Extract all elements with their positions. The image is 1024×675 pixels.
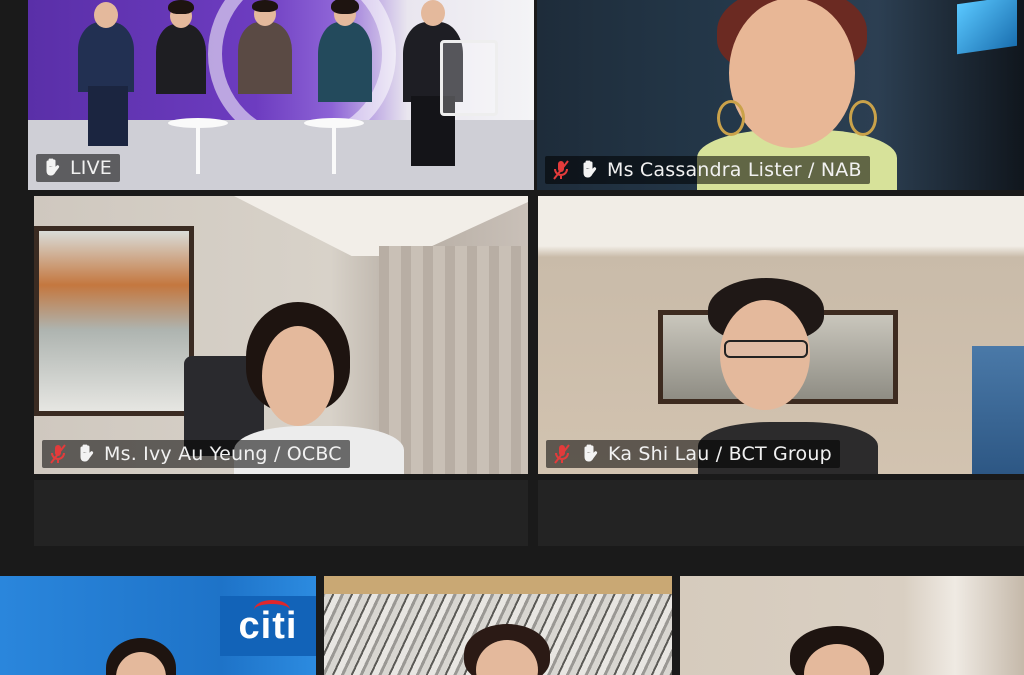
citi-arc <box>254 600 290 620</box>
monitor-screen <box>957 0 1017 55</box>
live-label-bar: LIVE <box>36 154 120 182</box>
hand-icon <box>42 157 62 179</box>
stage-chair <box>440 40 498 116</box>
glasses <box>724 340 808 358</box>
video-tile-wall[interactable] <box>680 576 1024 675</box>
earring-left <box>717 100 745 136</box>
ivy-name-bar: Ms. Ivy Au Yeung / OCBC <box>42 440 350 468</box>
mic-muted-icon <box>551 159 571 181</box>
hand-icon <box>76 443 96 465</box>
cassandra-name-bar: Ms Cassandra Lister / NAB <box>545 156 870 184</box>
video-tile-landscape[interactable] <box>324 576 672 675</box>
mic-muted-icon <box>552 443 572 465</box>
stage-table-left-leg <box>196 124 200 174</box>
empty-tile-area-right <box>538 480 1024 546</box>
participant-name: Ms Cassandra Lister / NAB <box>607 159 862 181</box>
mic-muted-icon <box>48 443 68 465</box>
earring-right <box>849 100 877 136</box>
participant-name: Ms. Ivy Au Yeung / OCBC <box>104 443 342 465</box>
stage-table-right-leg <box>332 124 336 174</box>
video-tile-kashi[interactable]: Ka Shi Lau / BCT Group <box>538 196 1024 474</box>
hand-icon <box>580 443 600 465</box>
hand-icon <box>579 159 599 181</box>
kashi-name-bar: Ka Shi Lau / BCT Group <box>546 440 840 468</box>
video-tile-ivy[interactable]: Ms. Ivy Au Yeung / OCBC <box>34 196 528 474</box>
curtain <box>379 246 528 474</box>
wall-painting <box>34 226 194 416</box>
video-tile-citi[interactable]: citi <box>0 576 316 675</box>
video-tile-live[interactable]: LIVE <box>28 0 534 190</box>
video-tile-cassandra[interactable]: Ms Cassandra Lister / NAB <box>537 0 1024 190</box>
live-label: LIVE <box>70 157 112 179</box>
painting-frame <box>324 576 672 594</box>
window <box>972 346 1024 474</box>
participant-name: Ka Shi Lau / BCT Group <box>608 443 832 465</box>
empty-tile-area-left <box>34 480 528 546</box>
citi-logo: citi <box>220 596 316 656</box>
